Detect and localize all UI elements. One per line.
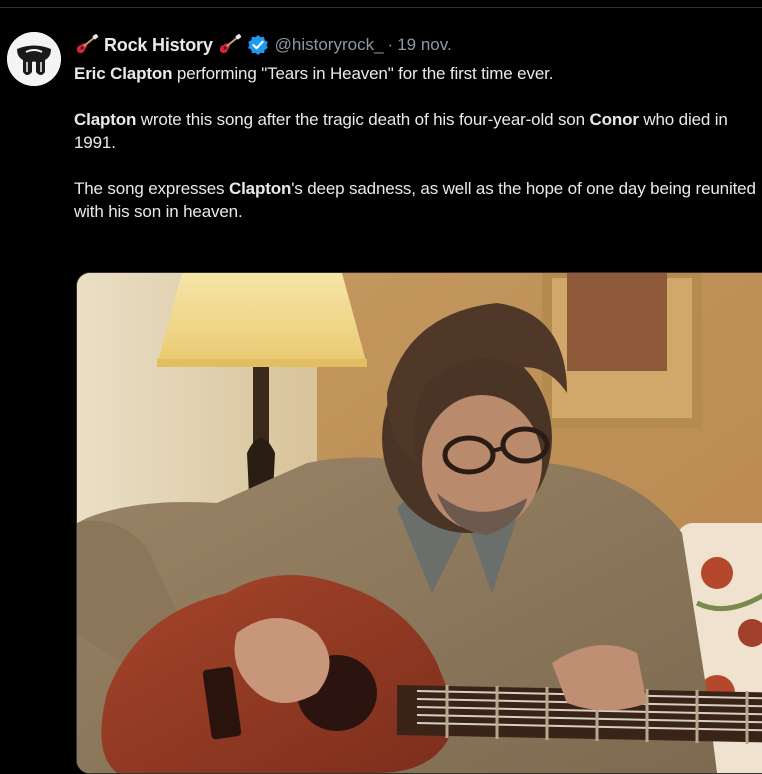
- video-frame: [77, 273, 762, 773]
- tweet-paragraph: Eric Clapton performing "Tears in Heaven…: [74, 62, 762, 85]
- bold-name: Conor: [589, 110, 639, 129]
- bold-name: Eric Clapton: [74, 64, 173, 83]
- text-span: The song expresses: [74, 179, 229, 198]
- avatar[interactable]: [7, 32, 61, 86]
- user-handle[interactable]: @historyrock_: [275, 35, 384, 55]
- timestamp[interactable]: 19 nov.: [397, 35, 452, 55]
- separator-dot: ·: [387, 35, 394, 54]
- rolling-stones-tongue-icon: [7, 32, 61, 86]
- text-span: performing "Tears in Heaven" for the fir…: [172, 64, 554, 83]
- guitar-icon: [217, 34, 243, 56]
- verified-badge-icon: [247, 34, 269, 56]
- display-name[interactable]: Rock History: [104, 35, 213, 56]
- tweet-paragraph: Clapton wrote this song after the tragic…: [74, 108, 762, 154]
- tweet-text: Eric Clapton performing "Tears in Heaven…: [74, 62, 762, 223]
- guitar-icon: [74, 34, 100, 56]
- tweet-paragraph: The song expresses Clapton's deep sadnes…: [74, 177, 762, 223]
- bold-name: Clapton: [228, 179, 292, 198]
- top-divider: [0, 7, 762, 8]
- tweet-header: Rock History @historyrock_ · 19 nov.: [74, 33, 452, 57]
- video-media[interactable]: [76, 272, 762, 774]
- bold-name: Clapton: [74, 110, 137, 129]
- text-span: wrote this song after the tragic death o…: [136, 110, 590, 129]
